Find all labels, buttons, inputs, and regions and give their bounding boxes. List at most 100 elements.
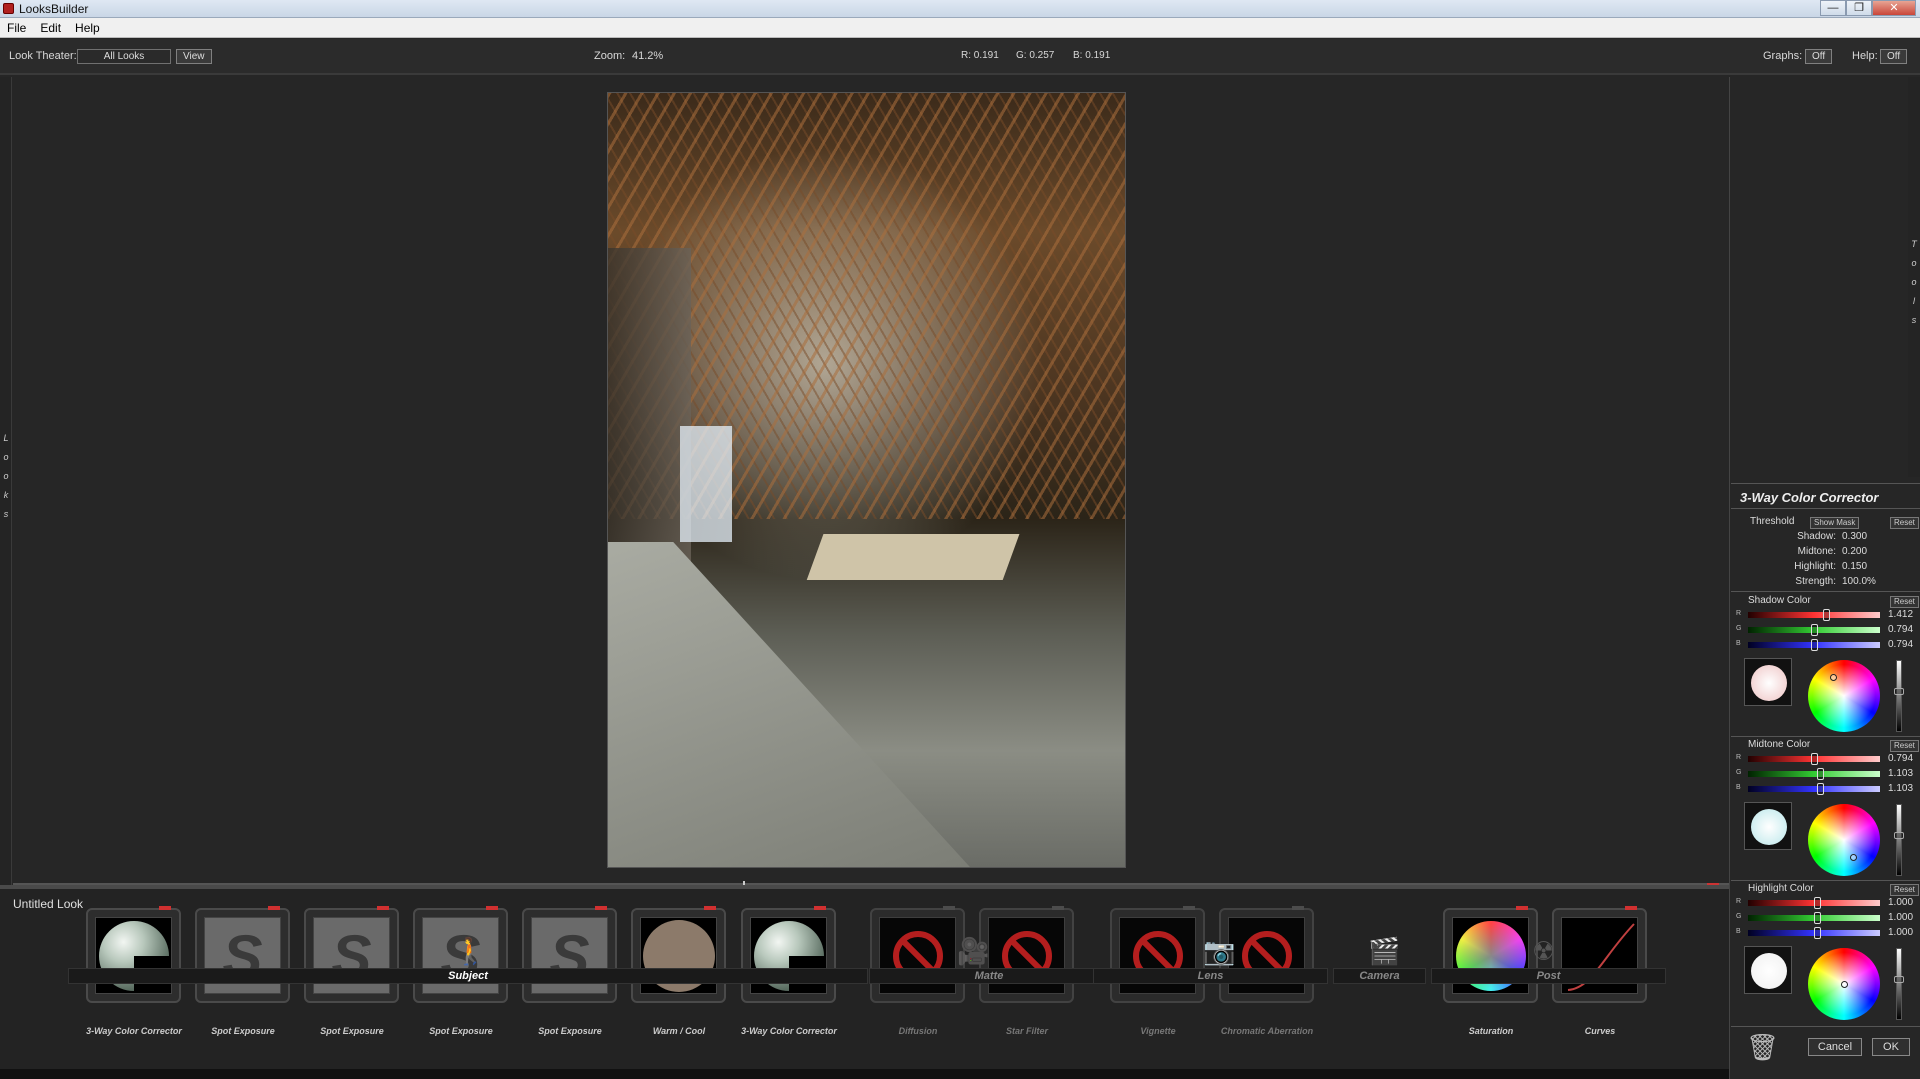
walking-person-icon[interactable]: 🚶 [454,936,486,967]
midtone-color-r-value[interactable]: 0.794 [1888,753,1913,764]
threshold-reset-button[interactable]: Reset [1890,517,1919,529]
tool-enable-indicator[interactable] [159,906,171,910]
tool-enable-indicator[interactable] [1625,906,1637,910]
highlight-color-wheel[interactable] [1808,948,1880,1020]
highlight-color-g-slider[interactable] [1748,912,1880,924]
midtone-color-g-slider[interactable] [1748,768,1880,780]
luminance-knob[interactable] [1894,688,1904,695]
midtone-color-r-slider[interactable] [1748,753,1880,765]
horizontal-scrollbar[interactable] [0,1069,1729,1079]
ok-button[interactable]: OK [1872,1038,1910,1056]
midtone-color-b-value[interactable]: 1.103 [1888,783,1913,794]
movie-camera-icon[interactable]: 🎬 [1368,936,1400,967]
view-button[interactable]: View [176,49,212,64]
matte-camera-icon[interactable]: 🎥 [957,936,989,967]
minimize-button[interactable]: — [1820,0,1846,16]
luminance-knob[interactable] [1894,976,1904,983]
shadow-color-g-slider[interactable] [1748,624,1880,636]
shadow-color-b-slider[interactable] [1748,639,1880,651]
wheel-picker[interactable] [1850,854,1857,861]
wheel-picker[interactable] [1841,981,1848,988]
tools-side-tab[interactable]: T o o l s [1908,77,1920,477]
category-tab-subject[interactable]: Subject [68,968,868,984]
category-tab-camera[interactable]: Camera [1333,968,1426,984]
menu-edit[interactable]: Edit [33,18,68,37]
midtone-color-luminance-bar[interactable] [1894,804,1904,876]
luminance-knob[interactable] [1894,832,1904,839]
slider-knob[interactable] [1823,609,1830,621]
tool-tile[interactable]: S [195,906,290,1003]
show-mask-button[interactable]: Show Mask [1810,517,1860,529]
slider-knob[interactable] [1814,897,1821,909]
highlight-color-r-value[interactable]: 1.000 [1888,897,1913,908]
highlight-color-luminance-bar[interactable] [1894,948,1904,1020]
shadow-threshold-value[interactable]: 0.300 [1842,531,1867,542]
midtone-color-wheel[interactable] [1808,804,1880,876]
tool-enable-indicator[interactable] [814,906,826,910]
tool-enable-indicator[interactable] [486,906,498,910]
look-theater-select[interactable]: All Looks [77,49,171,64]
tool-tile[interactable] [1443,906,1538,1003]
close-button[interactable]: ✕ [1872,0,1916,16]
tool-tile[interactable]: S [304,906,399,1003]
tool-tile[interactable] [1110,906,1205,1003]
slider-knob[interactable] [1814,912,1821,924]
slider-knob[interactable] [1817,768,1824,780]
trash-icon[interactable]: 🗑 [1746,1032,1779,1063]
tool-enable-indicator[interactable] [1292,906,1304,910]
shadow-color-b-value[interactable]: 0.794 [1888,639,1913,650]
tool-tile[interactable] [870,906,965,1003]
tool-enable-indicator[interactable] [1052,906,1064,910]
highlight-color-b-slider[interactable] [1748,927,1880,939]
midtone-color-g-value[interactable]: 1.103 [1888,768,1913,779]
highlight-color-r-slider[interactable] [1748,897,1880,909]
highlight-color-reset-button[interactable]: Reset [1890,884,1919,896]
cancel-button[interactable]: Cancel [1808,1038,1862,1056]
tool-tile[interactable] [1552,906,1647,1003]
shadow-color-reset-button[interactable]: Reset [1890,596,1919,608]
menu-help[interactable]: Help [68,18,107,37]
tool-enable-indicator[interactable] [595,906,607,910]
lens-camera-icon[interactable]: 📷 [1203,936,1235,967]
shadow-color-g-value[interactable]: 0.794 [1888,624,1913,635]
help-toggle[interactable]: Off [1880,49,1908,64]
category-tab-lens[interactable]: Lens [1093,968,1328,984]
shadow-color-luminance-bar[interactable] [1894,660,1904,732]
rendered-image[interactable] [607,92,1126,868]
tool-tile[interactable] [979,906,1074,1003]
shadow-color-wheel[interactable] [1808,660,1880,732]
graphs-toggle[interactable]: Off [1805,49,1833,64]
tool-enable-indicator[interactable] [704,906,716,910]
highlight-threshold-value[interactable]: 0.150 [1842,561,1867,572]
maximize-button[interactable]: ❐ [1846,0,1872,16]
shadow-color-r-value[interactable]: 1.412 [1888,609,1913,620]
tool-enable-indicator[interactable] [943,906,955,910]
tool-tile[interactable] [741,906,836,1003]
category-tab-matte[interactable]: Matte [869,968,1109,984]
category-tab-post[interactable]: Post [1431,968,1666,984]
tool-enable-indicator[interactable] [1516,906,1528,910]
looks-side-tab[interactable]: L o o k s [0,77,12,885]
radiation-icon[interactable]: ☢ [1532,936,1555,967]
shadow-color-r-slider[interactable] [1748,609,1880,621]
tool-enable-indicator[interactable] [268,906,280,910]
slider-knob[interactable] [1811,753,1818,765]
midtone-threshold-value[interactable]: 0.200 [1842,546,1867,557]
slider-knob[interactable] [1814,927,1821,939]
tool-enable-indicator[interactable] [377,906,389,910]
slider-knob[interactable] [1811,639,1818,651]
midtone-color-reset-button[interactable]: Reset [1890,740,1919,752]
highlight-color-g-value[interactable]: 1.000 [1888,912,1913,923]
tool-enable-indicator[interactable] [1183,906,1195,910]
image-viewer[interactable] [13,77,1729,885]
look-name[interactable]: Untitled Look [13,897,83,911]
menu-file[interactable]: File [0,18,33,37]
tool-tile[interactable]: S [522,906,617,1003]
slider-knob[interactable] [1817,783,1824,795]
midtone-color-b-slider[interactable] [1748,783,1880,795]
wheel-picker[interactable] [1830,674,1837,681]
tool-tile[interactable] [86,906,181,1003]
tool-tile[interactable] [631,906,726,1003]
highlight-color-b-value[interactable]: 1.000 [1888,927,1913,938]
strength-value[interactable]: 100.0% [1842,576,1876,587]
